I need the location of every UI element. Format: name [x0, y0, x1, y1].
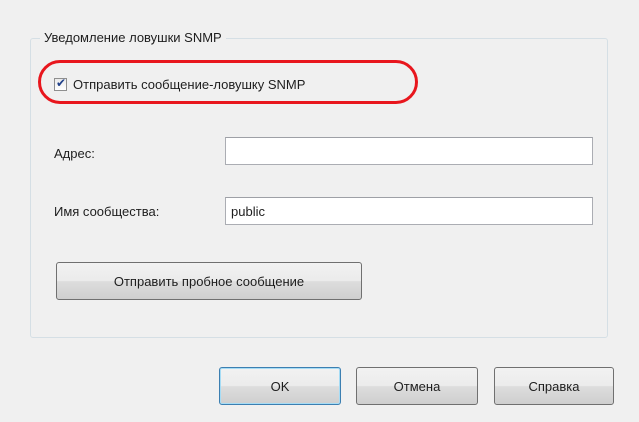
checkmark-icon: ✔	[56, 75, 67, 90]
help-button[interactable]: Справка	[494, 367, 614, 405]
send-trap-label[interactable]: Отправить сообщение-ловушку SNMP	[73, 77, 305, 92]
send-trap-row[interactable]: ✔ Отправить сообщение-ловушку SNMP	[54, 75, 305, 93]
groupbox-title: Уведомление ловушки SNMP	[40, 30, 226, 46]
send-trap-checkbox[interactable]: ✔	[54, 75, 67, 91]
snmp-trap-dialog: Уведомление ловушки SNMP ✔ Отправить соо…	[0, 0, 639, 422]
address-label: Адрес:	[54, 146, 95, 161]
community-input[interactable]	[225, 197, 593, 225]
send-test-message-button[interactable]: Отправить пробное сообщение	[56, 262, 362, 300]
cancel-button[interactable]: Отмена	[356, 367, 478, 405]
community-label: Имя сообщества:	[54, 204, 160, 219]
address-input[interactable]	[225, 137, 593, 165]
ok-button[interactable]: OK	[219, 367, 341, 405]
